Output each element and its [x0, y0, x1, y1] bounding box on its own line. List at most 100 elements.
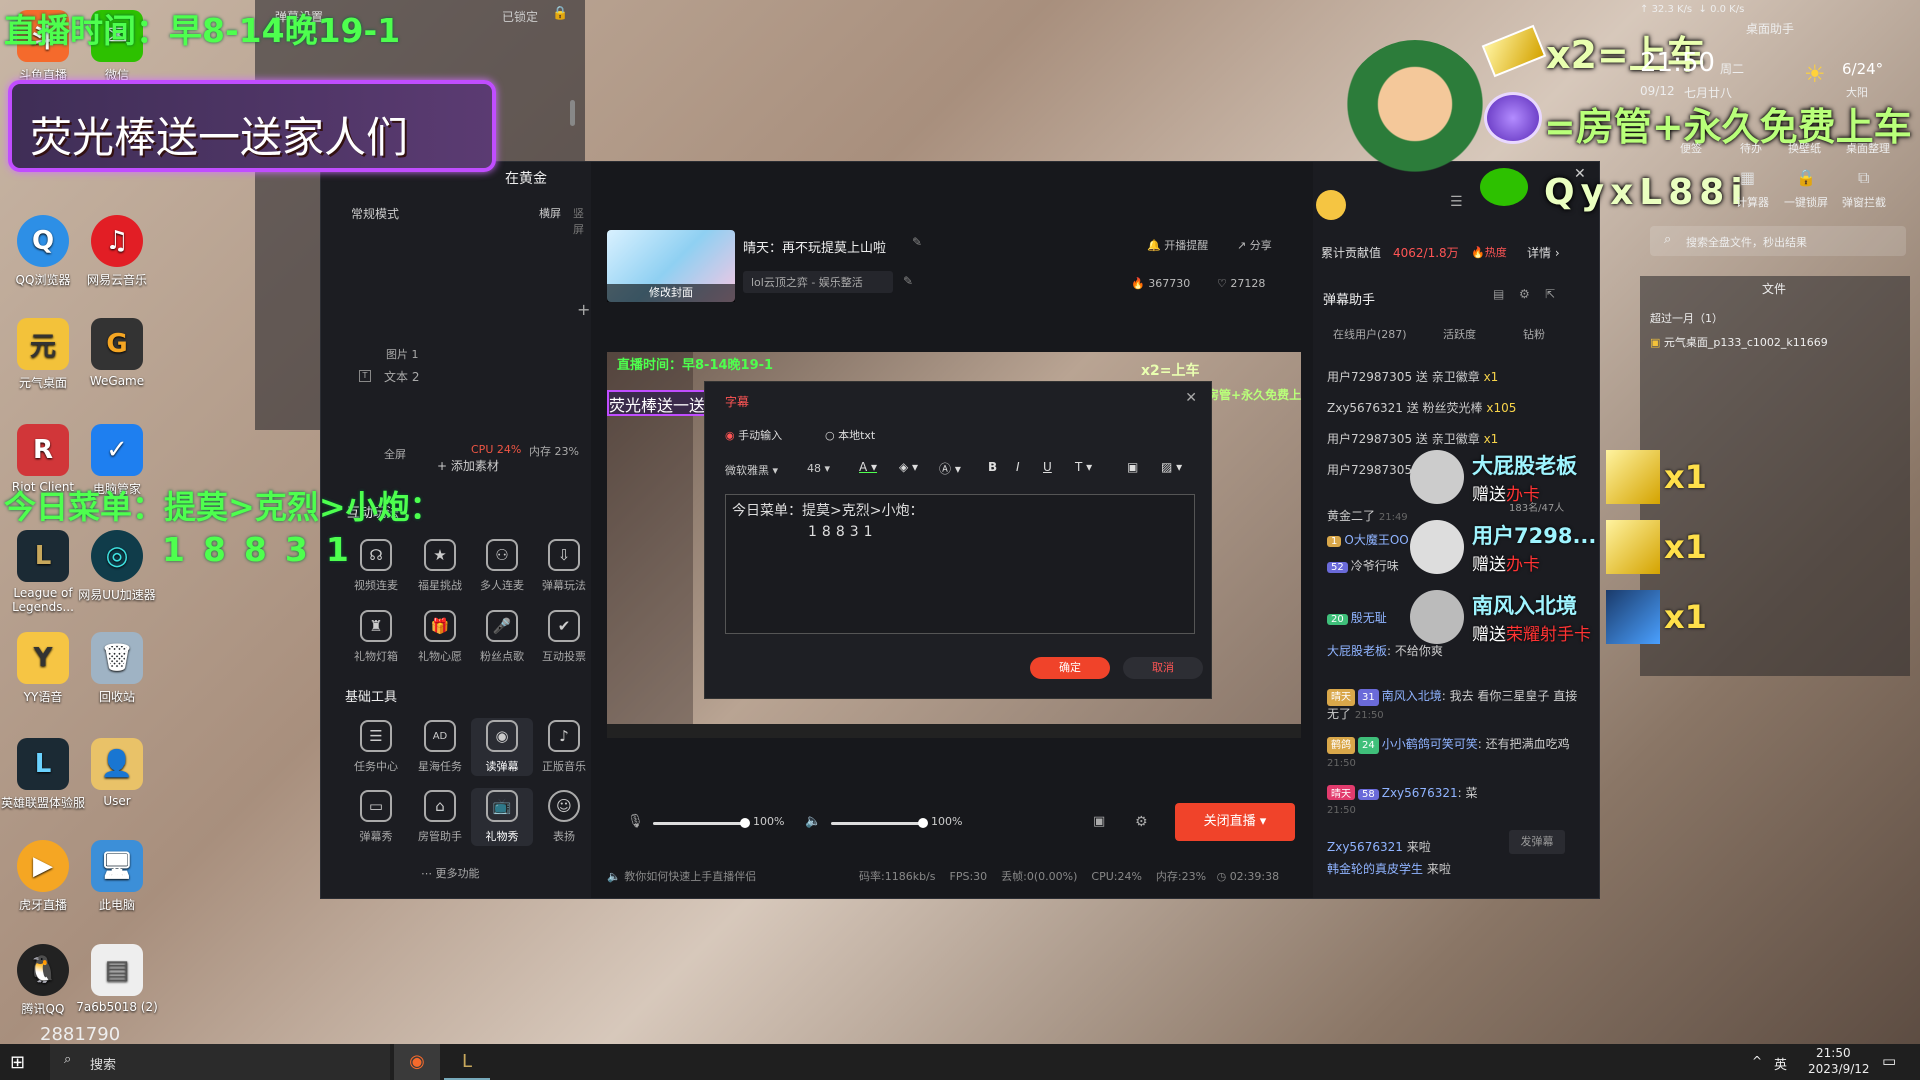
scene-item[interactable]: 常规模式 [351, 205, 399, 222]
ok-button[interactable]: 确定 [1030, 657, 1110, 679]
italic-icon[interactable]: I [1016, 460, 1020, 474]
radio-file[interactable]: ○ 本地txt [825, 427, 875, 443]
cancel-button[interactable]: 取消 [1123, 657, 1203, 679]
avatar[interactable] [1316, 190, 1346, 220]
file-item[interactable]: ▣ 元气桌面_p133_c1002_k11669 [1650, 334, 1828, 350]
desktop-icon-wegame[interactable]: G WeGame [74, 318, 160, 388]
gift-show-button[interactable]: 📺 礼物秀 [471, 788, 533, 846]
taskbar-search[interactable]: ⌕ 搜索 [50, 1044, 390, 1080]
bg-color-icon[interactable]: ◈ ▾ [899, 460, 918, 474]
help-tip-link[interactable]: 🔈 教你如何快速上手直播伴侣 [607, 868, 756, 884]
desktop-icon-netease-music[interactable]: ♫ 网易云音乐 [74, 215, 160, 288]
mode-tab-portrait[interactable]: 竖屏 [573, 205, 591, 237]
send-danmaku-button[interactable]: 发弹幕 [1509, 830, 1565, 854]
start-button[interactable]: ⊞ [10, 1052, 25, 1073]
speaker-icon[interactable]: 🔈 [805, 814, 821, 829]
camera-icon[interactable]: ▣ [1093, 814, 1105, 829]
widget-item[interactable]: 便签 [1680, 140, 1702, 156]
desktop-icon-file[interactable]: ▤ 7a6b5018 (2) [74, 944, 160, 1014]
gift-lightbox-button[interactable]: ♜ 礼物灯箱 [345, 610, 407, 664]
cover-thumbnail[interactable]: 修改封面 [607, 230, 735, 302]
widget-item[interactable]: 换壁纸 [1788, 140, 1821, 156]
detail-link[interactable]: 详情 › [1527, 244, 1560, 261]
desktop-icon-recycle[interactable]: 🗑 回收站 [74, 632, 160, 705]
layout-icon[interactable]: ▨ ▾ [1161, 460, 1182, 474]
tray-chevron-icon[interactable]: ^ [1752, 1054, 1762, 1068]
stop-live-button[interactable]: 关闭直播 ▾ [1175, 803, 1295, 841]
scene-item[interactable]: 图片 1 [386, 346, 419, 362]
widget-item[interactable]: 待办 [1740, 140, 1762, 156]
mic-volume-slider[interactable] [653, 818, 750, 828]
tab-activity[interactable]: 活跃度 [1443, 326, 1476, 342]
danmaku-game-button[interactable]: ⇩ 弹幕玩法 [533, 539, 595, 593]
ime-indicator[interactable]: 英 [1774, 1054, 1787, 1073]
gift-wish-button[interactable]: 🎁 礼物心愿 [409, 610, 471, 664]
settings-icon[interactable]: ⚙ [1135, 814, 1148, 830]
calculator-icon[interactable]: ▦ [1740, 168, 1755, 187]
gear-icon[interactable]: ⚙ [1519, 287, 1530, 301]
underline-icon[interactable]: U [1043, 460, 1052, 474]
widget-item[interactable]: 弹窗拦截 [1842, 194, 1886, 210]
notification-icon[interactable]: ▭ [1882, 1052, 1896, 1070]
menu-icon[interactable]: ☰ [1450, 194, 1463, 210]
edit-category-icon[interactable]: ✎ [903, 274, 913, 288]
desktop-icon-thispc[interactable]: 🖥 此电脑 [74, 840, 160, 913]
slider-knob[interactable] [918, 818, 928, 828]
add-scene-icon[interactable]: + [577, 300, 590, 319]
cover-label[interactable]: 修改封面 [607, 284, 735, 302]
edit-title-icon[interactable]: ✎ [912, 235, 922, 249]
scene-item[interactable]: 文本 2 [384, 368, 419, 385]
more-features-button[interactable]: ⋯ 更多功能 [421, 865, 480, 881]
image-icon[interactable]: ▣ [1127, 460, 1138, 474]
speaker-volume-slider[interactable] [831, 818, 928, 828]
lock-icon[interactable]: 🔒 [552, 6, 568, 21]
lucky-challenge-button[interactable]: ★ 福星挑战 [409, 539, 471, 593]
over-month-group[interactable]: 超过一月（1） [1650, 310, 1723, 326]
room-admin-button[interactable]: ⌂ 房管助手 [409, 790, 471, 844]
widget-item[interactable]: 桌面整理 [1846, 140, 1890, 156]
scene-item[interactable]: 全屏 [384, 446, 406, 462]
read-danmaku-button[interactable]: ◉ 读弹幕 [471, 718, 533, 776]
slider-knob[interactable] [740, 818, 750, 828]
mode-tab-landscape[interactable]: 横屏 [539, 205, 561, 221]
category-field[interactable]: lol云顶之弈 - 娱乐整活 [743, 271, 893, 293]
tab-online-users[interactable]: 在线用户(287) [1333, 326, 1407, 342]
dialog-close-icon[interactable]: ✕ [1185, 390, 1197, 406]
font-select[interactable]: 微软雅黑 ▾ [725, 462, 778, 478]
lock-screen-icon[interactable]: 🔒 [1796, 168, 1816, 187]
outline-icon[interactable]: Ⓐ ▾ [939, 460, 961, 477]
list-icon[interactable]: ▤ [1493, 287, 1504, 301]
add-material-button[interactable]: + 添加素材 [437, 457, 499, 474]
desktop-icon-uu[interactable]: ◎ 网易UU加速器 [74, 530, 160, 603]
interact-vote-button[interactable]: ✔ 互动投票 [533, 610, 595, 664]
file-search-input[interactable]: ⌕ 搜索全盘文件，秒出结果 [1650, 226, 1906, 256]
share-button[interactable]: ↗ 分享 [1237, 237, 1272, 253]
popup-block-icon[interactable]: ⧉ [1858, 168, 1869, 188]
size-select[interactable]: 48 ▾ [807, 462, 830, 475]
music-button[interactable]: ♪ 正版音乐 [533, 720, 595, 774]
praise-button[interactable]: ☺ 表扬 [533, 790, 595, 844]
widget-item[interactable]: 计算器 [1736, 194, 1769, 210]
mic-icon[interactable]: 🎙 [627, 814, 644, 829]
star-task-button[interactable]: AD 星海任务 [409, 720, 471, 774]
align-icon[interactable]: T ▾ [1075, 460, 1092, 474]
tab-diamond-fans[interactable]: 钻粉 [1523, 326, 1545, 342]
scrollbar[interactable] [570, 100, 575, 126]
subtitle-textarea[interactable]: 今日菜单：提莫>克烈>小炮： 18831 [725, 494, 1195, 634]
radio-manual[interactable]: ◉ 手动输入 [725, 427, 782, 443]
font-color-icon[interactable]: A ▾ [859, 460, 877, 474]
fan-song-button[interactable]: 🎤 粉丝点歌 [471, 610, 533, 664]
popout-icon[interactable]: ⇱ [1545, 287, 1555, 301]
taskbar-time[interactable]: 21:50 [1816, 1046, 1851, 1060]
gift-count: x1 [1664, 598, 1707, 636]
taskbar-app-league[interactable]: L [444, 1044, 490, 1080]
taskbar-date[interactable]: 2023/9/12 [1808, 1062, 1870, 1076]
taskbar-app-douyu[interactable]: ◉ [394, 1044, 440, 1080]
bold-icon[interactable]: B [988, 460, 997, 474]
danmaku-show-button[interactable]: ▭ 弹幕秀 [345, 790, 407, 844]
task-center-button[interactable]: ☰ 任务中心 [345, 720, 407, 774]
widget-item[interactable]: 一键锁屏 [1784, 194, 1828, 210]
multi-link-button[interactable]: ⚇ 多人连麦 [471, 539, 533, 593]
remind-button[interactable]: 🔔 开播提醒 [1147, 237, 1208, 253]
desktop-icon-user[interactable]: 👤 User [74, 738, 160, 808]
